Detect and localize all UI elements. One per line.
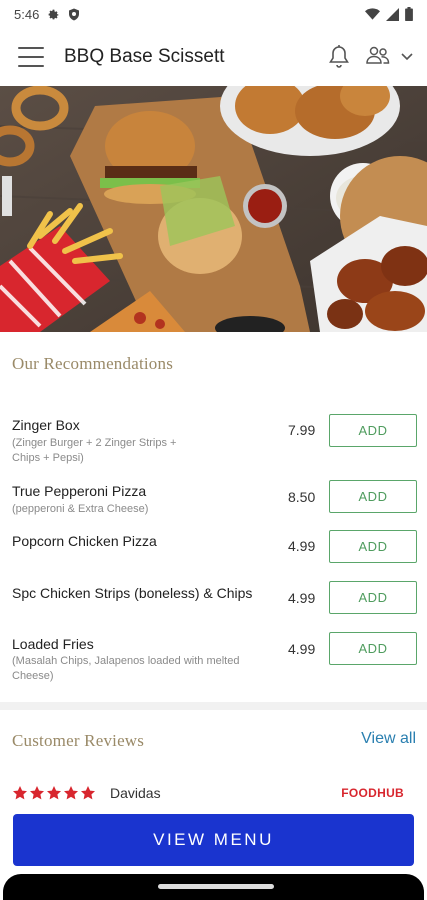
add-button[interactable]: ADD	[329, 581, 417, 614]
item-name: Zinger Box	[12, 417, 80, 433]
add-button[interactable]: ADD	[329, 480, 417, 513]
star-icon	[30, 786, 44, 800]
item-name: Popcorn Chicken Pizza	[12, 533, 157, 549]
users-icon	[365, 45, 391, 70]
battery-icon	[405, 7, 413, 21]
view-menu-button[interactable]: VIEW MENU	[13, 814, 414, 866]
menu-item: Zinger Box (Zinger Burger + 2 Zinger Str…	[0, 414, 427, 474]
section-divider	[0, 702, 427, 710]
menu-item: Loaded Fries (Masalah Chips, Jalapenos l…	[0, 632, 427, 688]
system-navigation-bar	[3, 874, 424, 900]
bell-icon[interactable]	[327, 44, 351, 70]
menu-item: True Pepperoni Pizza (pepperoni & Extra …	[0, 480, 427, 520]
review-row: Davidas FOODHUB	[12, 782, 416, 804]
status-right	[365, 7, 413, 21]
store-title: BBQ Base Scissett	[64, 46, 225, 67]
hamburger-menu-icon[interactable]	[18, 47, 44, 67]
add-button[interactable]: ADD	[329, 414, 417, 447]
clock: 5:46	[14, 6, 40, 22]
status-left: 5:46	[14, 7, 80, 22]
star-icon	[47, 786, 61, 800]
app-header: BBQ Base Scissett	[0, 28, 427, 86]
item-price: 7.99	[288, 422, 316, 438]
reviewer-name: Davidas	[110, 785, 161, 801]
recommendations-section: Our Recommendations Zinger Box (Zinger B…	[0, 332, 427, 702]
item-name: True Pepperoni Pizza	[12, 483, 147, 499]
shield-icon	[68, 8, 80, 21]
item-description: (pepperoni & Extra Cheese)	[12, 503, 149, 515]
recommendations-title: Our Recommendations	[12, 354, 174, 373]
rating-stars	[12, 785, 96, 801]
item-price: 8.50	[288, 489, 316, 505]
reviews-section: Customer Reviews View all Davidas FOODHU…	[0, 710, 427, 814]
item-price: 4.99	[288, 538, 316, 554]
hero-food-image	[0, 86, 427, 332]
wifi-icon	[365, 8, 380, 20]
view-all-link[interactable]: View all	[361, 730, 416, 748]
menu-item: Popcorn Chicken Pizza 4.99 ADD	[0, 530, 427, 564]
item-name: Loaded Fries	[12, 636, 94, 652]
status-bar: 5:46	[0, 0, 427, 28]
header-actions	[327, 44, 413, 70]
item-name: Spc Chicken Strips (boneless) & Chips	[12, 585, 253, 601]
menu-item: Spc Chicken Strips (boneless) & Chips 4.…	[0, 581, 427, 615]
star-icon	[64, 786, 78, 800]
account-switcher[interactable]	[365, 45, 413, 70]
settings-gear-icon	[47, 8, 60, 21]
item-description: (Masalah Chips, Jalapenos loaded with me…	[12, 655, 240, 682]
add-button[interactable]: ADD	[329, 530, 417, 563]
reviews-title: Customer Reviews	[12, 731, 145, 750]
signal-icon	[386, 7, 399, 21]
home-gesture-handle[interactable]	[158, 884, 274, 889]
chevron-down-icon	[401, 48, 413, 66]
foodhub-logo: FOODHUB	[341, 786, 404, 800]
star-icon	[81, 786, 95, 800]
star-icon	[13, 786, 27, 800]
add-button[interactable]: ADD	[329, 632, 417, 665]
item-price: 4.99	[288, 590, 316, 606]
item-price: 4.99	[288, 641, 316, 657]
item-description: (Zinger Burger + 2 Zinger Strips + Chips…	[12, 437, 177, 464]
